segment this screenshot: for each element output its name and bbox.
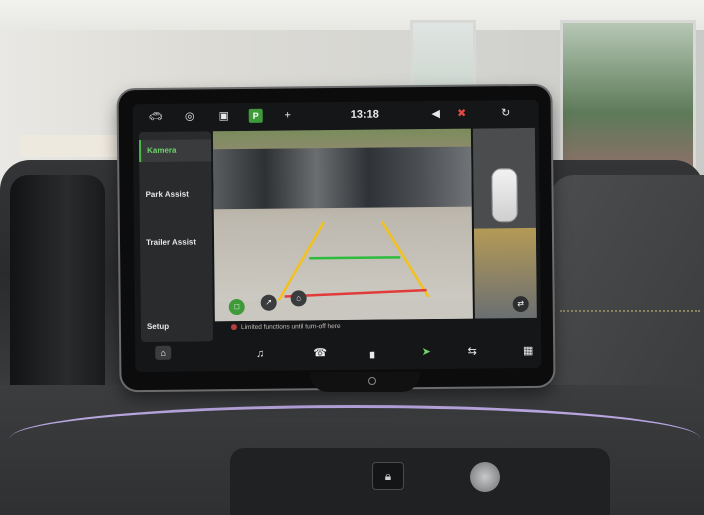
shelf <box>20 135 120 157</box>
window <box>560 20 696 176</box>
dashboard-panel <box>550 175 704 385</box>
car-top-view <box>491 168 518 223</box>
parking-guide-lines <box>277 220 430 302</box>
dynamic-lines-icon[interactable]: ↗ <box>260 294 277 311</box>
trailer-icon[interactable]: ⌂ <box>290 290 307 307</box>
warning-text: Limited functions until turn-off here <box>240 322 341 332</box>
music-icon[interactable]: ♫ <box>253 347 267 361</box>
warning-icon <box>230 324 237 331</box>
lock-icon[interactable]: 🔒︎ <box>372 462 404 490</box>
parking-icon[interactable]: P <box>248 108 263 123</box>
rear-bumper <box>214 298 473 322</box>
sidebar-item-park-assist[interactable]: Park Assist <box>139 183 211 206</box>
guide-line-far <box>380 220 430 298</box>
air-vent <box>10 175 105 405</box>
driver-assist-icon[interactable]: ◎ <box>183 109 197 123</box>
dashboard-stitching <box>560 310 700 314</box>
power-button[interactable] <box>368 377 376 385</box>
volume-icon[interactable]: ◀ <box>429 107 443 121</box>
mute-icon[interactable]: ✖ <box>455 107 469 121</box>
car-front-icon[interactable]: ▣ <box>217 109 231 123</box>
top-status-bar: 🚗︎ ◎ ▣ P + 13:18 ◀ ✖ ↻ <box>133 100 539 130</box>
sidebar-item-setup[interactable]: Setup <box>141 315 213 338</box>
display-stand <box>310 372 420 392</box>
guide-line-far <box>277 221 325 302</box>
status-icon[interactable]: ↻ <box>499 106 513 120</box>
center-console <box>230 448 610 515</box>
camera-sidebar: Kamera Park Assist Trailer Assist Setup <box>138 131 214 343</box>
camera-view-toggle-icon[interactable]: □ <box>228 298 245 316</box>
sidebar-item-label: Park Assist <box>145 189 189 200</box>
surround-view: ⇄ <box>472 127 537 319</box>
infotainment-screen: 🚗︎ ◎ ▣ P + 13:18 ◀ ✖ ↻ Kamera Park Assis… <box>132 99 542 373</box>
phone-icon[interactable]: ☎ <box>313 346 327 360</box>
guide-line-mid <box>309 256 401 260</box>
sidebar-item-label: Kamera <box>147 145 177 155</box>
sidebar-item-label: Setup <box>146 321 170 331</box>
apps-icon[interactable]: ▖ <box>367 346 381 360</box>
sidebar-item-trailer-assist[interactable]: Trailer Assist <box>140 231 212 254</box>
car-icon[interactable]: 🚗︎ <box>149 110 163 124</box>
grid-icon[interactable]: ▦ <box>521 344 535 358</box>
limited-function-warning: Limited functions until turn-off here <box>230 320 471 335</box>
volume-knob[interactable] <box>470 462 500 492</box>
clock: 13:18 <box>350 108 379 121</box>
view-switch-icon[interactable]: ⇄ <box>512 295 529 313</box>
navigation-icon[interactable]: ➤ <box>419 345 433 359</box>
sidebar-item-label: Trailer Assist <box>146 237 197 247</box>
plus-icon[interactable]: + <box>281 108 295 122</box>
connect-icon[interactable]: ⇆ <box>465 345 479 359</box>
bottom-dock: ♫ ☎ ▖ ➤ ⇆ ▦ <box>135 336 541 372</box>
rear-camera-view <box>212 128 473 322</box>
sidebar-item-kamera[interactable]: Kamera <box>138 139 212 163</box>
